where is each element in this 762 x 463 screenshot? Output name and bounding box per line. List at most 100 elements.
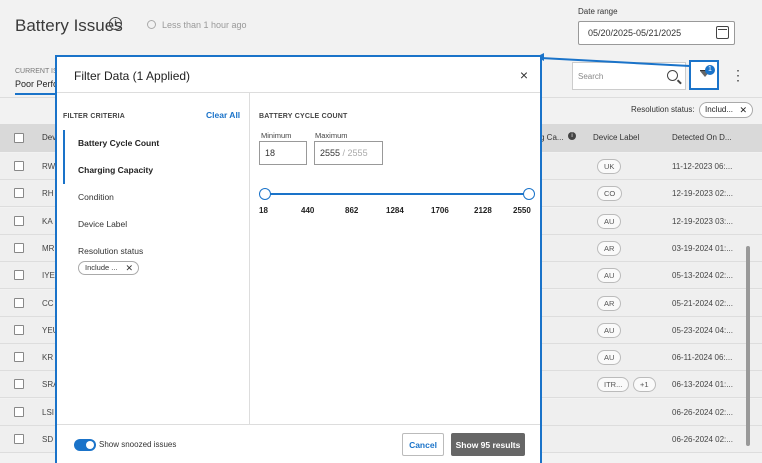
dialog-title: Filter Data (1 Applied) <box>74 69 191 83</box>
device-cell[interactable]: KA <box>42 217 53 226</box>
filter-criteria-pane: FILTER CRITERIA Clear All Battery Cycle … <box>57 93 250 424</box>
device-cell[interactable]: IYE <box>42 271 55 280</box>
close-icon[interactable]: × <box>520 67 528 83</box>
more-labels-badge[interactable]: +1 <box>633 377 656 393</box>
detected-on-cell: 12-19-2023 03:... <box>672 216 733 226</box>
row-checkbox[interactable] <box>14 379 24 390</box>
row-checkbox[interactable] <box>14 324 24 335</box>
detected-on-cell: 11-12-2023 06:... <box>672 162 733 171</box>
detected-on-cell: 06-13-2024 01:... <box>672 380 733 390</box>
resolution-status-chip[interactable]: Includ... ✕ <box>699 102 753 118</box>
close-icon[interactable]: ✕ <box>125 262 133 274</box>
device-cell[interactable]: RH <box>42 189 54 198</box>
device-cell[interactable]: CC <box>42 299 54 308</box>
row-checkbox[interactable] <box>14 161 24 171</box>
minimum-value: 18 <box>265 148 276 158</box>
detected-on-cell: 05-21-2024 02:... <box>672 298 733 308</box>
cancel-button[interactable]: Cancel <box>402 433 444 456</box>
panel-heading: BATTERY CYCLE COUNT <box>259 113 348 120</box>
row-checkbox[interactable] <box>14 352 24 363</box>
slider-tick-label: 2550 <box>513 206 531 215</box>
criteria-battery-cycle-count[interactable]: Battery Cycle Count <box>63 130 249 157</box>
column-header-charging-capacity[interactable]: g Ca... <box>540 133 564 142</box>
row-checkbox[interactable] <box>14 188 24 199</box>
slider-tick-label: 2128 <box>474 206 492 215</box>
device-cell[interactable]: LSI <box>42 408 54 417</box>
criteria-condition[interactable]: Condition <box>63 184 249 211</box>
criteria-charging-capacity[interactable]: Charging Capacity <box>63 157 249 184</box>
maximum-total: / 2555 <box>342 148 368 158</box>
device-cell[interactable]: KR <box>42 353 53 362</box>
filter-chip-label: Include ... <box>85 263 118 272</box>
search-input[interactable]: Search <box>572 62 686 90</box>
row-checkbox[interactable] <box>14 297 24 308</box>
date-range-label: Date range <box>578 7 618 16</box>
detected-on-cell: 03-19-2024 01:... <box>672 243 733 253</box>
maximum-value: 2555 <box>320 148 341 158</box>
device-label-tag: AU <box>597 350 622 366</box>
maximum-label: Maximum <box>315 131 348 140</box>
device-label-tag: AU <box>597 268 622 284</box>
range-slider-min-handle[interactable] <box>259 188 271 200</box>
show-results-button[interactable]: Show 95 results <box>451 433 525 456</box>
resolution-status-label: Resolution status: <box>631 105 695 114</box>
row-checkbox[interactable] <box>14 406 24 417</box>
row-checkbox[interactable] <box>14 242 24 253</box>
criteria-device-label[interactable]: Device Label <box>63 211 249 238</box>
page-header: Battery Issues i Less than 1 hour ago Da… <box>0 0 762 56</box>
range-slider-max-handle[interactable] <box>523 188 535 200</box>
detected-on-cell: 05-13-2024 02:... <box>672 271 733 281</box>
more-options-icon[interactable]: ⋮ <box>731 68 745 82</box>
slider-tick-label: 1284 <box>386 206 404 215</box>
slider-tick-label: 862 <box>345 206 359 215</box>
last-updated: Less than 1 hour ago <box>162 20 247 30</box>
slider-tick-label: 440 <box>301 206 315 215</box>
device-label-tag: AU <box>597 213 622 229</box>
device-label-tag: AU <box>597 322 622 338</box>
scrollbar[interactable] <box>746 246 750 446</box>
filter-count-badge: 1 <box>705 65 715 75</box>
detected-on-cell: 06-26-2024 02:... <box>672 435 733 444</box>
current-issue-label: CURRENT IS <box>15 68 58 75</box>
search-icon[interactable] <box>667 70 678 81</box>
minimum-label: Minimum <box>261 131 292 140</box>
resolution-status-filter-chip[interactable]: Include ... ✕ <box>78 261 139 275</box>
page-title: Battery Issues <box>15 16 123 35</box>
filter-button[interactable]: 1 <box>689 60 719 90</box>
device-label-tag: CO <box>597 186 623 202</box>
range-slider-track[interactable] <box>265 193 530 195</box>
maximum-input[interactable]: 2555 / 2555 <box>314 141 383 165</box>
column-header-detected-on[interactable]: Detected On D... <box>672 133 732 142</box>
slider-tick-label: 1706 <box>431 206 449 215</box>
row-checkbox[interactable] <box>14 270 24 281</box>
row-checkbox[interactable] <box>14 215 24 226</box>
detected-on-cell: 05-23-2024 04:... <box>672 325 733 335</box>
date-range-value: 05/20/2025-05/21/2025 <box>588 28 682 38</box>
date-range-picker[interactable]: 05/20/2025-05/21/2025 <box>578 21 735 45</box>
device-label-tag: ITR... <box>597 377 630 393</box>
close-icon[interactable]: ✕ <box>739 103 747 117</box>
minimum-input[interactable]: 18 <box>259 141 307 165</box>
row-checkbox[interactable] <box>14 434 24 444</box>
clock-icon <box>147 20 156 29</box>
tab-poor-performance[interactable]: Poor Perfo <box>15 79 57 95</box>
device-cell[interactable]: MR <box>42 244 54 253</box>
calendar-icon[interactable] <box>716 26 729 39</box>
device-label-tag: AR <box>597 295 622 311</box>
info-icon[interactable]: i <box>109 17 122 30</box>
search-placeholder: Search <box>578 72 604 81</box>
filter-criteria-heading: FILTER CRITERIA <box>63 113 125 120</box>
device-label-tag: UK <box>597 159 622 174</box>
detected-on-cell: 06-26-2024 02:... <box>672 407 733 417</box>
device-cell[interactable]: RW <box>42 162 55 171</box>
filter-data-dialog: Filter Data (1 Applied) × FILTER CRITERI… <box>55 55 542 463</box>
info-icon: i <box>568 132 576 140</box>
column-header-device-label[interactable]: Device Label <box>593 133 639 142</box>
clear-all-button[interactable]: Clear All <box>206 110 240 120</box>
show-snoozed-toggle[interactable] <box>74 439 96 451</box>
battery-cycle-count-panel: BATTERY CYCLE COUNT Minimum Maximum 18 2… <box>251 93 540 424</box>
select-all-checkbox[interactable] <box>14 133 24 143</box>
detected-on-cell: 12-19-2023 02:... <box>672 189 733 199</box>
device-cell[interactable]: SD <box>42 435 53 444</box>
detected-on-cell: 06-11-2024 06:... <box>672 353 733 363</box>
